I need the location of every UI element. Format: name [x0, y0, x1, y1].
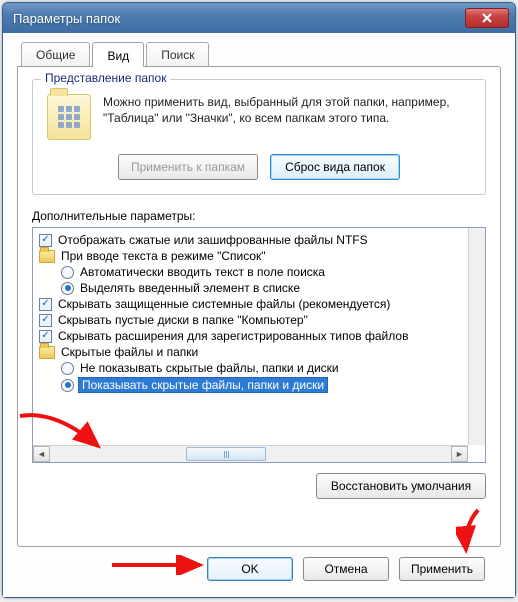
vertical-scrollbar[interactable] [468, 228, 485, 445]
folder-icon [39, 250, 55, 263]
radio-icon [61, 282, 74, 295]
tree-item-hidden-folder[interactable]: Скрытые файлы и папки [37, 344, 477, 360]
window-title: Параметры папок [13, 11, 465, 26]
tree-item-hide-ext[interactable]: ✓ Скрывать расширения для зарегистрирова… [37, 328, 477, 344]
checkbox-icon: ✓ [39, 298, 52, 311]
client-area: Общие Вид Поиск Представление папок Можн… [3, 33, 515, 597]
dialog-button-row: OK Отмена Применить [17, 547, 501, 585]
scroll-left-button[interactable]: ◄ [33, 446, 50, 462]
tab-view[interactable]: Вид [92, 42, 144, 67]
radio-icon [61, 379, 74, 392]
tree-item-show-hidden[interactable]: Показывать скрытые файлы, папки и диски [37, 376, 477, 394]
radio-icon [61, 266, 74, 279]
restore-defaults-button[interactable]: Восстановить умолчания [316, 473, 486, 499]
advanced-settings-tree[interactable]: ✓ Отображать сжатые или зашифрованные фа… [32, 227, 486, 463]
ok-button[interactable]: OK [207, 557, 293, 581]
advanced-settings-label: Дополнительные параметры: [32, 209, 486, 223]
tab-general[interactable]: Общие [21, 42, 90, 67]
reset-folders-button[interactable]: Сброс вида папок [270, 154, 400, 180]
folder-view-group: Представление папок Можно применить вид,… [32, 79, 486, 195]
folder-grid-icon [47, 94, 91, 140]
close-icon [481, 13, 493, 23]
tree-item-auto-search[interactable]: Автоматически вводить текст в поле поиск… [37, 264, 477, 280]
cancel-button[interactable]: Отмена [303, 557, 389, 581]
tree-item-search-list-mode[interactable]: При вводе текста в режиме "Список" [37, 248, 477, 264]
titlebar[interactable]: Параметры папок [3, 3, 515, 33]
radio-icon [61, 362, 74, 375]
checkbox-icon: ✓ [39, 330, 52, 343]
folder-icon [39, 346, 55, 359]
scroll-thumb[interactable] [186, 447, 266, 461]
tab-search[interactable]: Поиск [146, 42, 209, 67]
tabstrip: Общие Вид Поиск [21, 41, 501, 66]
apply-button[interactable]: Применить [399, 557, 485, 581]
tree-item-dont-show-hidden[interactable]: Не показывать скрытые файлы, папки и дис… [37, 360, 477, 376]
horizontal-scrollbar[interactable]: ◄ ► [33, 445, 468, 462]
checkbox-icon: ✓ [39, 234, 52, 247]
group-title: Представление папок [41, 71, 170, 85]
tree-item-hide-protected[interactable]: ✓ Скрывать защищенные системные файлы (р… [37, 296, 477, 312]
tree-item-highlight[interactable]: Выделять введенный элемент в списке [37, 280, 477, 296]
tree-item-hide-empty[interactable]: ✓ Скрывать пустые диски в папке "Компьют… [37, 312, 477, 328]
tree-item-show-encrypted[interactable]: ✓ Отображать сжатые или зашифрованные фа… [37, 232, 477, 248]
scroll-right-button[interactable]: ► [451, 446, 468, 462]
close-button[interactable] [465, 8, 509, 28]
checkbox-icon: ✓ [39, 314, 52, 327]
folder-options-window: Параметры папок Общие Вид Поиск Представ… [2, 2, 516, 598]
group-description: Можно применить вид, выбранный для этой … [103, 94, 471, 126]
tabpanel-view: Представление папок Можно применить вид,… [17, 66, 501, 547]
apply-to-folders-button[interactable]: Применить к папкам [118, 154, 258, 180]
